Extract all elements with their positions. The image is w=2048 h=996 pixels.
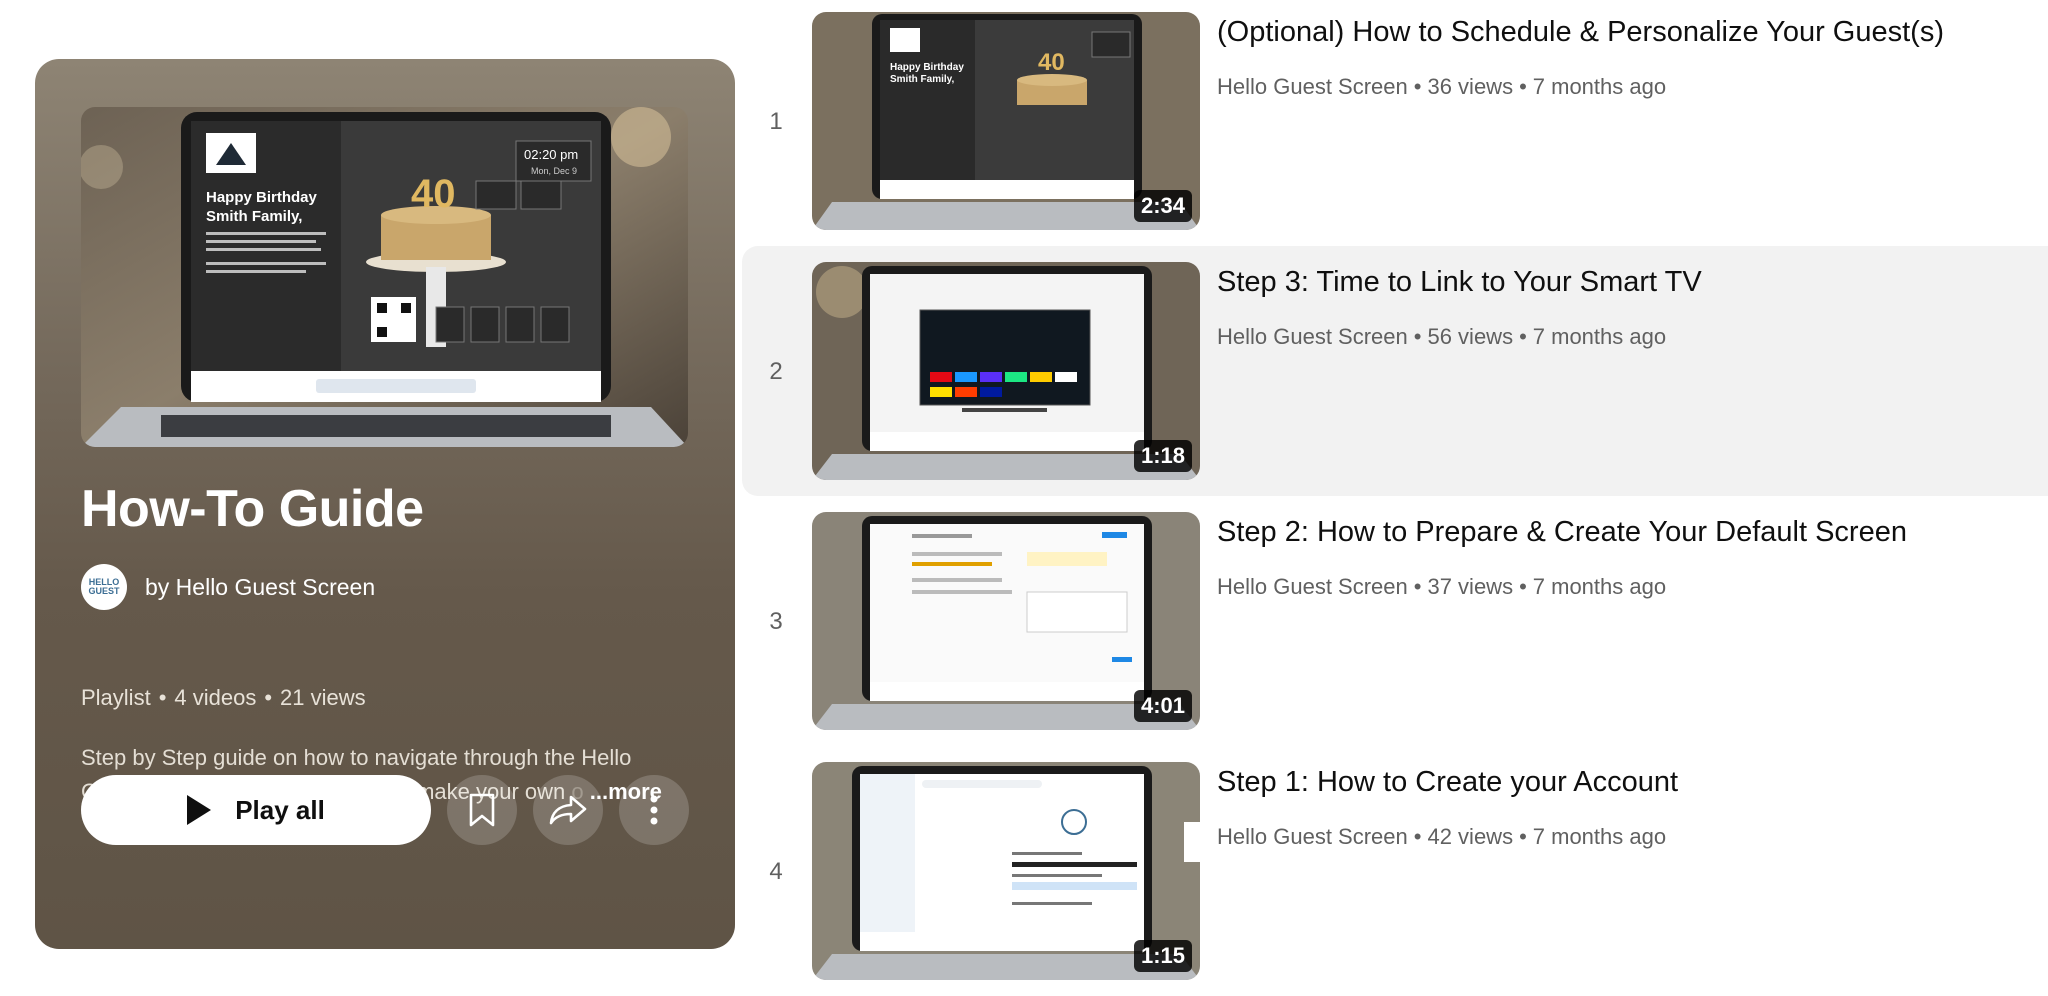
video-age: 7 months ago [1532,824,1667,849]
svg-text:Smith Family,: Smith Family, [890,74,954,85]
svg-text:Happy Birthday: Happy Birthday [890,62,964,73]
video-title[interactable]: Step 2: How to Prepare & Create Your Def… [1217,516,1907,549]
video-title[interactable]: (Optional) How to Schedule & Personalize… [1217,16,1944,49]
play-all-label: Play all [235,794,325,825]
video-thumbnail[interactable]: Happy Birthday Smith Family, 40 2:34 [812,12,1200,230]
video-duration: 1:18 [1133,440,1192,472]
video-views: 37 views [1427,574,1514,599]
playlist-channel[interactable]: HELLO GUEST by Hello Guest Screen [81,564,375,610]
more-options-button[interactable] [619,775,689,845]
video-thumbnail[interactable]: 4:01 [812,512,1200,730]
video-index: 4 [769,858,783,885]
video-views: 56 views [1427,324,1514,349]
video-channel[interactable]: Hello Guest Screen [1217,74,1408,99]
thumb-greeting-line1: Happy Birthday [206,189,318,206]
video-meta: Hello Guest Screen • 37 views • 7 months ago [1217,574,1667,599]
video-duration: 1:15 [1133,940,1192,972]
video-duration: 4:01 [1133,690,1192,722]
video-channel[interactable]: Hello Guest Screen [1217,824,1408,849]
playlist-video-row[interactable]: 4 1:15 Step 1: How to Create your Accoun [742,746,2048,996]
more-vert-icon [650,795,658,825]
video-thumbnail[interactable]: 1:18 [812,262,1200,480]
playlist-thumbnail-image: Happy Birthday Smith Family, 40 02:20 pm… [81,107,688,447]
video-thumbnail[interactable]: 1:15 [812,762,1200,980]
share-icon [549,795,587,825]
video-index: 1 [769,108,783,135]
stat-type: Playlist [81,685,151,710]
thumb-greeting-line2: Smith Family, [206,208,302,225]
play-all-button[interactable]: Play all [81,775,431,845]
video-channel[interactable]: Hello Guest Screen [1217,324,1408,349]
thumb-time: 02:20 pm [524,147,578,162]
playlist-video-row[interactable]: 2 1:18 Step 3: Time to Link to Your Smar… [742,246,2048,496]
save-playlist-button[interactable] [447,775,517,845]
playlist-video-list: 1 Happy Birthday Smith Family, 40 2:34 (… [742,0,2048,993]
video-index: 3 [769,608,783,635]
stat-views: 21 views [280,685,366,710]
video-age: 7 months ago [1532,74,1667,99]
video-views: 42 views [1427,824,1514,849]
video-age: 7 months ago [1532,324,1667,349]
bookmark-icon [469,793,495,827]
playlist-video-row[interactable]: 3 4:01 Step 2: How to Prepare & Create Y [742,496,2048,746]
video-title[interactable]: Step 1: How to Create your Account [1217,766,1678,799]
video-meta: Hello Guest Screen • 56 views • 7 months ago [1217,324,1667,349]
playlist-video-row[interactable]: 1 Happy Birthday Smith Family, 40 2:34 (… [742,0,2048,250]
video-meta: Hello Guest Screen • 36 views • 7 months ago [1217,74,1667,99]
playlist-thumbnail[interactable]: Happy Birthday Smith Family, 40 02:20 pm… [81,107,688,447]
playlist-title: How-To Guide [81,480,424,538]
thumb-date: Mon, Dec 9 [531,166,577,176]
video-duration: 2:34 [1133,190,1192,222]
thumb-cake-number: 40 [411,172,456,216]
video-age: 7 months ago [1532,574,1667,599]
video-index: 2 [769,358,783,385]
stat-video-count: 4 videos [174,685,257,710]
channel-byline[interactable]: by Hello Guest Screen [145,574,375,601]
svg-text:40: 40 [1038,49,1065,76]
playlist-header-card: Happy Birthday Smith Family, 40 02:20 pm… [35,59,735,949]
playlist-stats: Playlist • 4 videos • 21 views [81,685,366,710]
channel-avatar[interactable]: HELLO GUEST [81,564,127,610]
video-title[interactable]: Step 3: Time to Link to Your Smart TV [1217,266,1702,299]
video-channel[interactable]: Hello Guest Screen [1217,574,1408,599]
playlist-actions: Play all [81,775,689,845]
play-icon [187,795,212,825]
video-meta: Hello Guest Screen • 42 views • 7 months ago [1217,824,1667,849]
share-button[interactable] [533,775,603,845]
video-views: 36 views [1427,74,1514,99]
